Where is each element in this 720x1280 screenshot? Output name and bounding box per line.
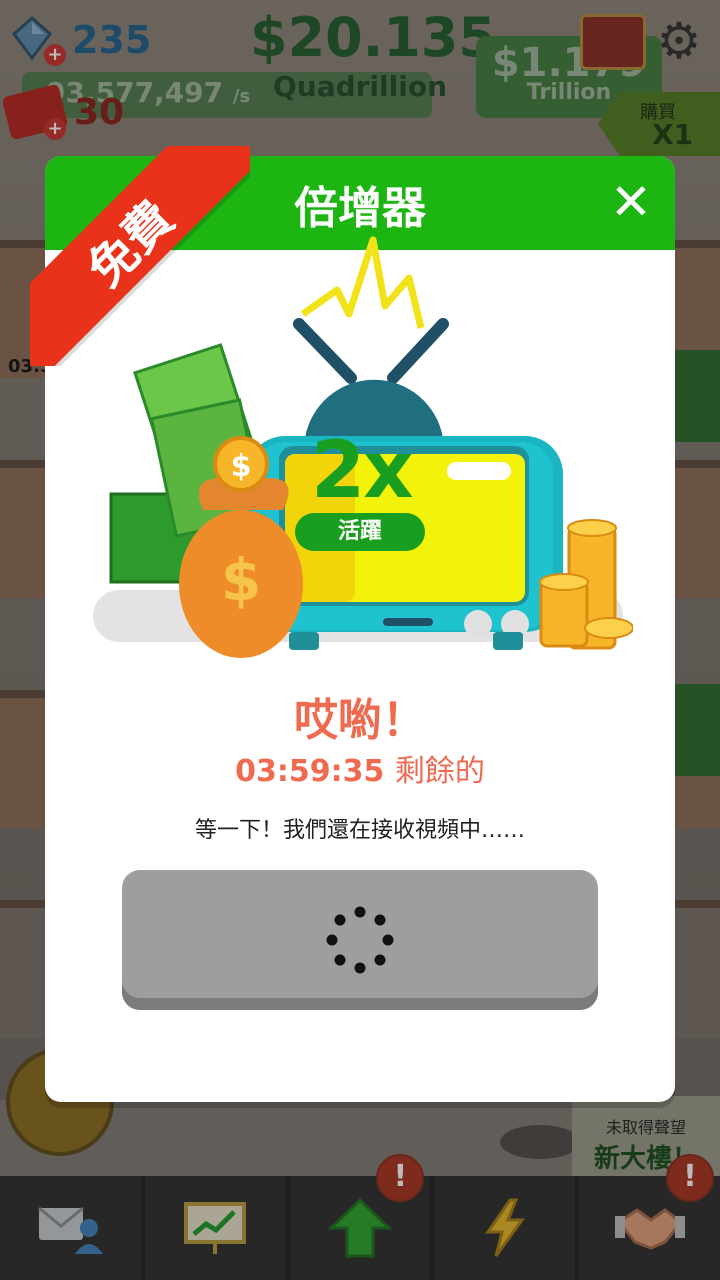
- multiplier-dialog: 倍增器 ✕ $ $ 2x 活躍 哎喲！ 03:59:35 剩餘的 等一下！我們還…: [45, 156, 675, 1102]
- countdown-timer: 03:59:35: [235, 754, 385, 789]
- dialog-title: 倍增器: [294, 183, 426, 234]
- time-remaining: 03:59:35 剩餘的: [45, 746, 675, 790]
- multiplier-value: 2x: [311, 426, 414, 516]
- multiplier-status-pill: 活躍: [295, 513, 425, 551]
- svg-text:$: $: [221, 546, 261, 614]
- oops-heading: 哎喲！: [294, 695, 426, 746]
- watch-video-button[interactable]: [122, 870, 598, 1010]
- close-button[interactable]: ✕: [601, 172, 661, 232]
- svg-text:$: $: [231, 449, 252, 484]
- countdown-suffix: 剩餘的: [394, 754, 485, 789]
- waiting-message: 等一下！我們還在接收視頻中……: [194, 818, 525, 843]
- loading-spinner-icon: [326, 906, 394, 974]
